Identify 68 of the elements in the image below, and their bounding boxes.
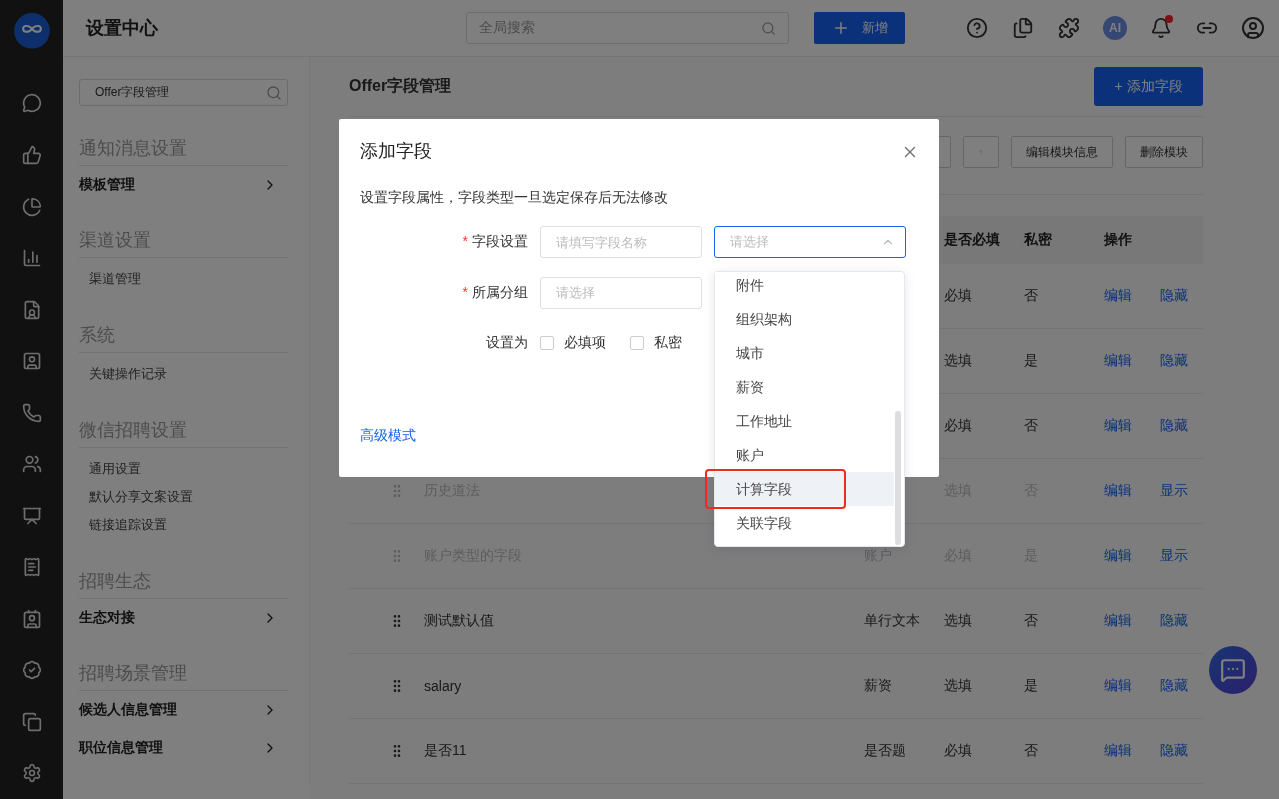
table-cell: 否 [1024,612,1038,630]
table-cell: 是 [1024,352,1038,370]
table-cell: 选填 [944,677,972,695]
checkbox[interactable]: 私密 [630,334,682,352]
table-cell: 选填 [944,352,972,370]
form-label: * 所属分组 [461,284,529,302]
sidebar-link[interactable]: 关键操作记录 [79,360,288,388]
action-link[interactable]: 隐藏 [1160,417,1188,435]
checkbox[interactable]: 必填项 [540,334,606,352]
table-cell: 必填 [944,742,972,760]
required-mark: * [462,233,468,249]
sidebar-link[interactable]: 默认分享文案设置 [79,483,288,511]
column-header: 操作 [1104,231,1133,249]
action-link[interactable]: 隐藏 [1160,742,1188,760]
form-label: * 字段设置 [461,233,529,251]
table-cell: 单行文本 [864,612,920,630]
action-link[interactable]: 编辑 [1104,742,1132,760]
action-link[interactable]: 隐藏 [1160,677,1188,695]
column-header: 是否必填 [944,231,1001,249]
add-field-button[interactable]: + 添加字段 [1094,67,1203,106]
action-link[interactable]: 隐藏 [1160,612,1188,630]
table-cell: 必填 [944,417,972,435]
sidebar-search-field[interactable]: Offer字段管理 [79,79,288,106]
table-cell: 是 [1024,677,1038,695]
action-link[interactable]: 编辑 [1104,677,1132,695]
toolbar-button[interactable]: 编辑模块信息 [1011,136,1113,168]
sidebar-item[interactable]: 模板管理 [79,166,288,204]
table-cell: 测试默认值 [424,612,494,630]
sidebar-link[interactable]: 渠道管理 [79,265,288,293]
sidebar-item[interactable]: 生态对接 [79,599,288,637]
search-icon[interactable] [761,20,776,36]
table-cell: 否 [1024,417,1038,435]
dropdown-option[interactable]: 计算字段 [715,472,894,506]
page-title: Offer字段管理 [349,76,452,96]
sidebar-item[interactable]: 职位信息管理 [79,729,288,767]
table-cell: 是否题 [864,742,906,760]
table-cell: 选填 [944,612,972,630]
sidebar-item[interactable]: 候选人信息管理 [79,691,288,729]
toolbar-button[interactable]: 删除模块 [1125,136,1203,168]
chat-bubble-icon [1220,657,1246,683]
action-link[interactable]: 编辑 [1104,612,1132,630]
action-link[interactable]: 隐藏 [1160,352,1188,370]
dialog-description: 设置字段属性，字段类型一旦选定保存后无法修改 [360,189,668,207]
sidebar-link[interactable]: 通用设置 [79,455,288,483]
new-button[interactable]: 新增 [814,12,905,44]
table-cell: 是否11 [424,742,467,760]
action-link[interactable]: 编辑 [1104,287,1132,305]
table-cell: 薪资 [864,677,892,695]
action-link[interactable]: 隐藏 [1160,287,1188,305]
table-cell: salary [424,678,462,694]
ai-assistant-button[interactable]: AI [1103,16,1127,40]
dialog-title: 添加字段 [360,140,432,163]
table-cell: 否 [1024,742,1038,760]
advanced-mode-link[interactable]: 高级模式 [360,427,416,445]
dropdown-option[interactable]: 附件 [715,272,894,302]
search-icon[interactable] [266,84,282,101]
required-mark: * [462,284,468,300]
field-name-input[interactable]: 请填写字段名称 [540,226,702,258]
table-cell: 否 [1024,287,1038,305]
sidebar-link[interactable]: 链接追踪设置 [79,511,288,539]
table-cell: 必填 [944,287,972,305]
action-link[interactable]: 编辑 [1104,417,1132,435]
scrollbar[interactable] [895,411,901,545]
column-header: 私密 [1024,231,1053,249]
logo-icon [13,13,50,49]
action-link[interactable]: 编辑 [1104,352,1132,370]
form-label: 设置为 [485,334,529,352]
app-title: 设置中心 [86,17,159,40]
